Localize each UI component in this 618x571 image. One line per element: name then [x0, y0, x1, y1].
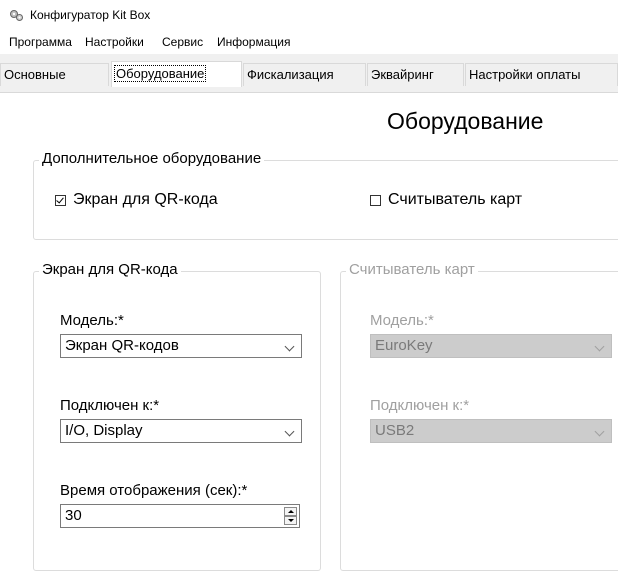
qr-display-time-stepper[interactable]: 30 — [60, 504, 300, 528]
tab-equipment[interactable]: Оборудование — [111, 61, 242, 87]
qr-connected-label: Подключен к:* — [60, 397, 160, 414]
chevron-down-icon — [284, 426, 295, 437]
title-bar: Конфигуратор Kit Box — [0, 0, 618, 30]
tab-payment-settings-label: Настройки оплаты — [469, 67, 581, 82]
qr-connected-value: I/O, Display — [65, 422, 143, 439]
card-reader-model-label: Модель:* — [370, 312, 434, 329]
qr-screen-checkbox[interactable]: Экран для QR-кода — [55, 191, 218, 209]
qr-screen-group-legend: Экран для QR-кода — [39, 261, 181, 278]
tab-payment-settings[interactable]: Настройки оплаты — [465, 63, 618, 86]
tab-main[interactable]: Основные — [0, 63, 109, 86]
window-title: Конфигуратор Kit Box — [30, 8, 151, 22]
tab-acquiring[interactable]: Эквайринг — [367, 63, 464, 86]
qr-connected-select[interactable]: I/O, Display — [60, 419, 302, 443]
card-reader-connected-label: Подключен к:* — [370, 397, 470, 414]
card-reader-group-legend: Считыватель карт — [346, 261, 478, 278]
menu-item-program[interactable]: Программа — [9, 35, 72, 49]
additional-equipment-legend: Дополнительное оборудование — [39, 150, 265, 167]
qr-model-value: Экран QR-кодов — [65, 337, 179, 354]
menu-item-settings[interactable]: Настройки — [85, 35, 144, 49]
card-reader-connected-select: USB2 — [370, 419, 612, 443]
qr-model-select[interactable]: Экран QR-кодов — [60, 334, 302, 358]
menu-item-service[interactable]: Сервис — [162, 35, 203, 49]
qr-model-label: Модель:* — [60, 312, 124, 329]
tab-equipment-label: Оборудование — [113, 65, 207, 82]
additional-equipment-group: Дополнительное оборудование Экран для QR… — [33, 150, 618, 240]
checkbox-unchecked-icon[interactable] — [370, 194, 381, 206]
chevron-down-icon — [594, 426, 605, 437]
qr-screen-group: Экран для QR-кода Модель:* Экран QR-кодо… — [33, 261, 321, 571]
card-reader-checkbox[interactable]: Считыватель карт — [370, 191, 522, 209]
qr-display-time-label: Время отображения (сек):* — [60, 482, 248, 499]
menu-item-info[interactable]: Информация — [217, 35, 290, 49]
card-reader-checkbox-label: Считыватель карт — [388, 191, 523, 208]
card-reader-group: Считыватель карт Модель:* EuroKey Подклю… — [340, 261, 618, 571]
tab-strip: Основные Оборудование Фискализация Эквай… — [0, 54, 618, 92]
card-reader-model-value: EuroKey — [375, 337, 433, 354]
card-reader-connected-value: USB2 — [375, 422, 415, 439]
spin-up-icon[interactable] — [284, 507, 297, 516]
menu-bar: Программа Настройки Сервис Информация — [0, 30, 618, 54]
spin-down-icon[interactable] — [284, 516, 297, 525]
page-title: Оборудование — [387, 108, 544, 134]
gear-icon — [10, 10, 23, 21]
chevron-down-icon — [594, 341, 605, 352]
qr-screen-checkbox-label: Экран для QR-кода — [73, 191, 218, 208]
card-reader-model-select: EuroKey — [370, 334, 612, 358]
chevron-down-icon — [284, 341, 295, 352]
tab-content: Оборудование Дополнительное оборудование… — [0, 92, 618, 571]
qr-display-time-value: 30 — [65, 507, 82, 524]
tab-main-label: Основные — [4, 67, 66, 82]
tab-fiscalization-label: Фискализация — [247, 67, 334, 82]
checkbox-checked-icon[interactable] — [55, 194, 66, 206]
tab-acquiring-label: Эквайринг — [371, 67, 434, 82]
tab-fiscalization[interactable]: Фискализация — [243, 63, 366, 86]
